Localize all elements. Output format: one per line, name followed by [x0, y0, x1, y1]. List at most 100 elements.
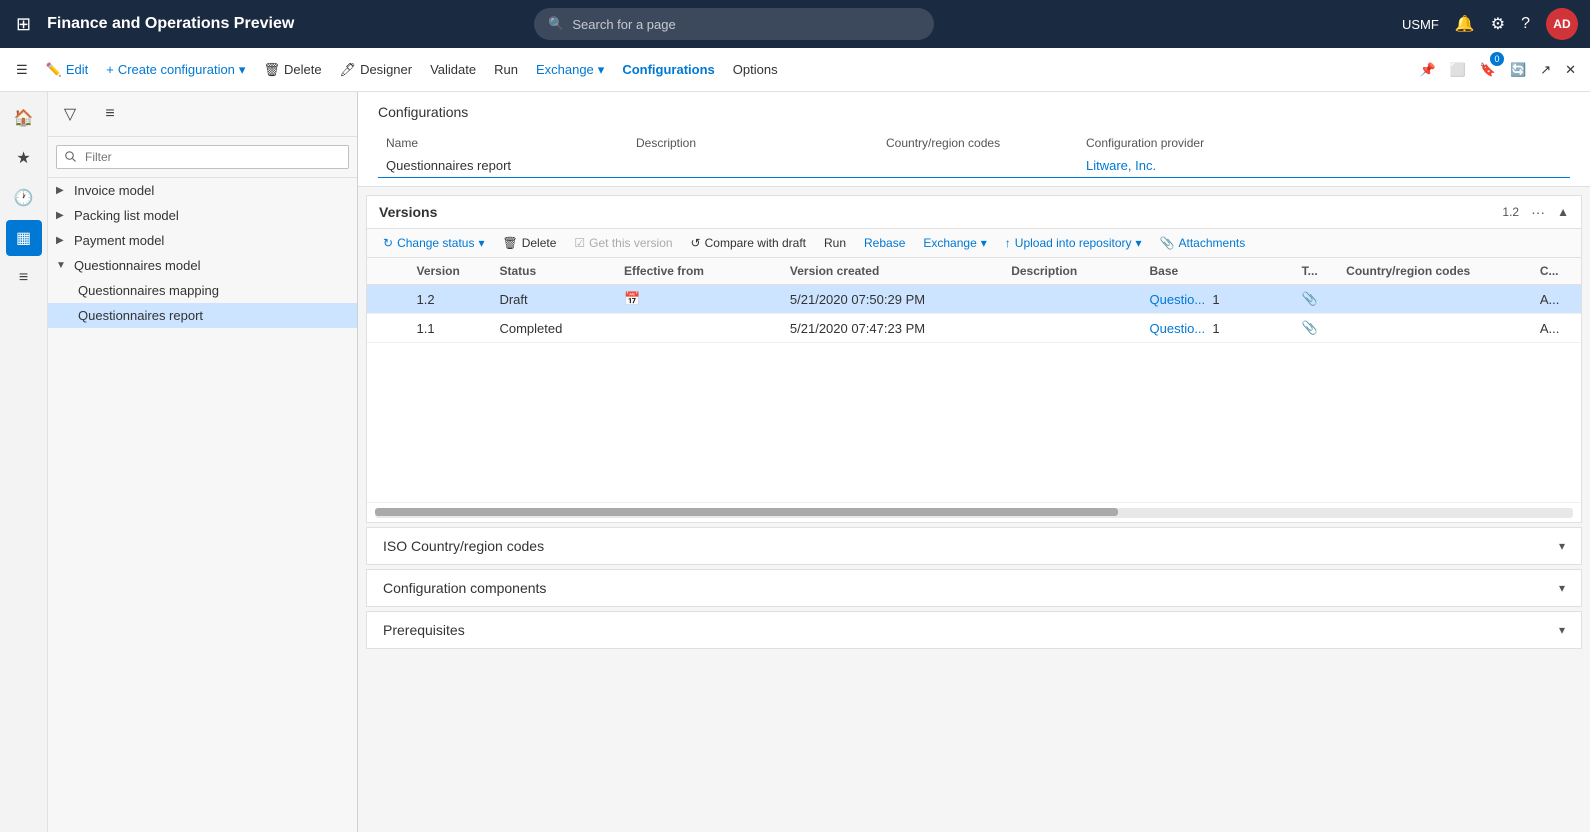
td-base: Questio... 1	[1142, 314, 1294, 343]
config-components-header[interactable]: Configuration components ▾	[367, 570, 1581, 606]
edit-button[interactable]: ✏️ Edit	[38, 54, 97, 86]
open-new-btn[interactable]: ↗	[1534, 54, 1557, 86]
favorites-icon-btn[interactable]: ★	[6, 140, 42, 176]
td-t: 📎	[1294, 285, 1339, 314]
table-row[interactable]: 1.2 Draft 📅 5/21/2020 07:50:29 PM	[367, 285, 1581, 314]
settings-icon[interactable]: ⚙	[1491, 14, 1505, 34]
tree-item-payment-model[interactable]: ▶ Payment model	[48, 228, 357, 253]
main-layout: 🏠 ★ 🕐 ▦ ≡ ▽ ≡ ▶ Invoice model ▶ Packing …	[0, 92, 1590, 832]
tree-item-questionnaires-report[interactable]: Questionnaires report	[48, 303, 357, 328]
versions-exchange-button[interactable]: Exchange ▾	[915, 233, 994, 253]
tree-filter-icon-btn[interactable]: ▽	[52, 96, 88, 132]
tree-item-invoice-model[interactable]: ▶ Invoice model	[48, 178, 357, 203]
tree-item-label: Payment model	[74, 233, 164, 248]
versions-more-btn[interactable]: ···	[1527, 204, 1549, 220]
td-status: Draft	[491, 285, 615, 314]
delete-button[interactable]: 🗑 Delete	[255, 54, 329, 86]
versions-title: Versions	[379, 204, 1494, 220]
h-scrollbar-area[interactable]	[367, 503, 1581, 522]
th-version: Version	[408, 258, 491, 285]
versions-delete-button[interactable]: 🗑 Delete	[494, 233, 564, 253]
th-country: Country/region codes	[1338, 258, 1532, 285]
close-btn[interactable]: ✕	[1559, 54, 1582, 86]
get-this-version-button[interactable]: ☑ Get this version	[566, 233, 680, 253]
tree-item-questionnaires-model[interactable]: ▼ Questionnaires model	[48, 253, 357, 278]
list-icon-btn[interactable]: ≡	[6, 260, 42, 296]
col-description-header: Description	[628, 132, 878, 178]
td-status: Completed	[491, 314, 615, 343]
td-r	[367, 285, 408, 314]
clip-icon: 📎	[1302, 291, 1318, 306]
table-row[interactable]: 1.1 Completed 5/21/2020 07:47:23 PM	[367, 314, 1581, 343]
chevron-down-iso: ▾	[1559, 539, 1565, 553]
iso-country-header[interactable]: ISO Country/region codes ▾	[367, 528, 1581, 564]
change-status-button[interactable]: ↻ Change status ▾	[375, 233, 492, 253]
notification-icon[interactable]: 🔔	[1455, 14, 1475, 34]
calendar-icon: 📅	[624, 291, 640, 306]
pin-icon-btn[interactable]: 📌	[1413, 54, 1441, 86]
tree-filter-input[interactable]	[56, 145, 349, 169]
versions-section: Versions 1.2 ··· ▲ ↻ Change status ▾ 🗑 D…	[366, 195, 1582, 523]
td-t: 📎	[1294, 314, 1339, 343]
td-base: Questio... 1	[1142, 285, 1294, 314]
td-created: 5/21/2020 07:47:23 PM	[782, 314, 1003, 343]
avatar[interactable]: AD	[1546, 8, 1578, 40]
hamburger-button[interactable]: ☰	[8, 54, 36, 86]
chevron-down-icon-exchange: ▾	[598, 62, 605, 78]
clip-icon: 📎	[1302, 320, 1318, 335]
expand-icon-btn[interactable]: ⬜	[1444, 54, 1472, 86]
check-icon: ☑	[574, 236, 585, 250]
configurations-button[interactable]: Configurations	[614, 54, 722, 86]
expand-icon: ▶	[56, 185, 70, 196]
expand-icon: ▼	[56, 260, 70, 271]
tree-list-icon-btn[interactable]: ≡	[92, 96, 128, 132]
versions-collapse-btn[interactable]: ▲	[1557, 205, 1569, 219]
prerequisites-header[interactable]: Prerequisites ▾	[367, 612, 1581, 648]
config-name-value: Questionnaires report	[378, 154, 628, 178]
notification-badge: 0	[1490, 52, 1504, 66]
versions-header: Versions 1.2 ··· ▲	[367, 196, 1581, 229]
home-icon-btn[interactable]: 🏠	[6, 100, 42, 136]
options-button[interactable]: Options	[725, 54, 786, 86]
designer-icon: 🖊	[340, 62, 357, 78]
config-components-section: Configuration components ▾	[366, 569, 1582, 607]
td-country	[1338, 314, 1532, 343]
recent-icon-btn[interactable]: 🕐	[6, 180, 42, 216]
h-scrollbar-thumb[interactable]	[375, 508, 1118, 516]
search-input[interactable]	[572, 17, 920, 32]
tree-item-questionnaires-mapping[interactable]: Questionnaires mapping	[48, 278, 357, 303]
versions-run-button[interactable]: Run	[816, 233, 854, 253]
command-bar: ☰ ✏️ Edit + Create configuration ▾ 🗑 Del…	[0, 48, 1590, 92]
refresh-btn[interactable]: 🔄	[1504, 54, 1532, 86]
run-button[interactable]: Run	[486, 54, 526, 86]
badge-btn[interactable]: 🔖 0	[1474, 54, 1502, 86]
validate-button[interactable]: Validate	[422, 54, 484, 86]
help-icon[interactable]: ?	[1521, 15, 1530, 33]
content-area: Configurations Name Questionnaires repor…	[358, 92, 1590, 832]
chevron-down-prerequisites: ▾	[1559, 623, 1565, 637]
th-t: T...	[1294, 258, 1339, 285]
tree-item-packing-model[interactable]: ▶ Packing list model	[48, 203, 357, 228]
grid-icon[interactable]: ⊞	[12, 10, 35, 39]
create-config-button[interactable]: + Create configuration ▾	[98, 54, 253, 86]
filter-icon-btn[interactable]: ▦	[6, 220, 42, 256]
th-base: Base	[1142, 258, 1294, 285]
td-r	[367, 314, 408, 343]
rebase-button[interactable]: Rebase	[856, 233, 913, 253]
search-icon: 🔍	[548, 16, 564, 32]
config-provider-value[interactable]: Litware, Inc.	[1078, 154, 1570, 178]
attachments-button[interactable]: 📎 Attachments	[1152, 233, 1254, 253]
compare-with-draft-button[interactable]: ↺ Compare with draft	[683, 233, 814, 253]
upload-into-repository-button[interactable]: ↑ Upload into repository ▾	[997, 233, 1150, 253]
td-desc	[1003, 285, 1141, 314]
search-bar[interactable]: 🔍	[534, 8, 934, 40]
th-c: C...	[1532, 258, 1581, 285]
designer-button[interactable]: 🖊 Designer	[332, 54, 421, 86]
expand-icon: ▶	[56, 210, 70, 221]
exchange-button[interactable]: Exchange ▾	[528, 54, 612, 86]
td-version: 1.1	[408, 314, 491, 343]
td-country	[1338, 285, 1532, 314]
top-bar: ⊞ Finance and Operations Preview 🔍 USMF …	[0, 0, 1590, 48]
delete-icon-v: 🗑	[502, 236, 517, 250]
config-section-title: Configurations	[378, 104, 1570, 120]
